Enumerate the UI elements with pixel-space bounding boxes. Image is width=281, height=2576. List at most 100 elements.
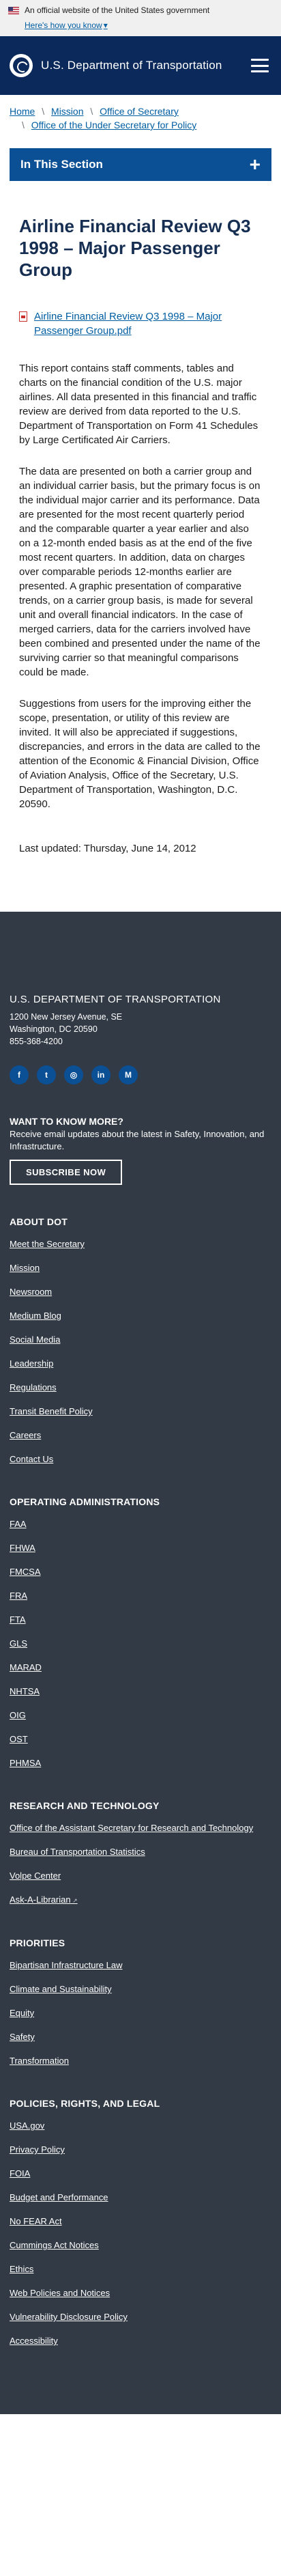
facebook-icon[interactable]: f [10,1065,29,1084]
footer-phone: 855-368-4200 [10,1037,63,1046]
footer-link[interactable]: Equity [10,2008,271,2019]
plus-icon: + [249,154,261,175]
footer-link[interactable]: FHWA [10,1543,271,1554]
footer-link-sections: ABOUT DOT Meet the Secretary Mission Newsro… [10,1216,271,2347]
footer-link[interactable]: PHMSA [10,1758,271,1769]
footer-section: OPERATING ADMINISTRATIONS FAA FHWA FMCSA FRA… [10,1496,271,1769]
footer-link[interactable]: Volpe Center [10,1871,271,1881]
footer-section-heading: ABOUT DOT [10,1216,68,1227]
breadcrumb-home[interactable]: Home [10,106,35,117]
breadcrumb-mission[interactable]: Mission [51,106,83,117]
social-links: f t ◎ in M [10,1065,271,1084]
breadcrumb: Home \ Mission \ Office of Secretary \ O… [0,95,281,132]
footer-section-heading: OPERATING ADMINISTRATIONS [10,1496,160,1507]
footer-link[interactable]: FRA [10,1591,271,1601]
footer-link[interactable]: Office of the Assistant Secretary for Re… [10,1823,271,1834]
twitter-icon[interactable]: t [37,1065,56,1084]
footer-link[interactable]: Bipartisan Infrastructure Law [10,1960,271,1971]
pdf-file-icon [19,311,27,322]
footer-link[interactable]: Newsroom [10,1287,271,1298]
footer-link-list: Bipartisan Infrastructure Law Climate and… [10,1960,271,2067]
footer-address-line2: Washington, DC 20590 [10,1024,98,1034]
medium-icon[interactable]: M [119,1065,138,1084]
main-content: Airline Financial Review Q3 1998 – Major… [0,215,281,854]
footer-link[interactable]: OST [10,1734,271,1745]
footer-link[interactable]: Leadership [10,1358,271,1369]
breadcrumb-under-secretary-policy[interactable]: Office of the Under Secretary for Policy [31,120,197,130]
hamburger-icon[interactable] [251,59,269,72]
footer-link-list: Meet the Secretary Mission Newsroom Medium … [10,1239,271,1465]
want-to-know-more-text: Receive email updates about the latest i… [10,1129,265,1151]
linkedin-icon[interactable]: in [91,1065,110,1084]
footer-link[interactable]: Accessibility [10,2336,271,2347]
footer-section: PRIORITIES Bipartisan Infrastructure Law C… [10,1937,271,2067]
site-header: U.S. Department of Transportation [0,36,281,95]
footer-link[interactable]: Transformation [10,2056,271,2067]
site-brand-name: U.S. Department of Transportation [41,59,222,72]
in-this-section-toggle[interactable]: In This Section + [10,148,271,181]
file-attachment: Airline Financial Review Q3 1998 – Major… [19,309,262,338]
body-paragraph: The data are presented on both a carrier… [19,466,261,678]
heres-how-you-know-link[interactable]: Here's how you know ▾ [25,20,108,30]
footer-link[interactable]: Vulnerability Disclosure Policy [10,2312,271,2323]
body-paragraph: This report contains staff comments, tab… [19,363,258,446]
us-flag-icon [8,6,19,14]
footer-link[interactable]: Safety [10,2032,271,2043]
instagram-icon[interactable]: ◎ [64,1065,83,1084]
footer-section: RESEARCH AND TECHNOLOGY Office of the Ass… [10,1800,271,1906]
footer-link[interactable]: Ethics [10,2264,271,2275]
footer-link[interactable]: No FEAR Act [10,2216,271,2227]
footer-link[interactable]: Regulations [10,1382,271,1393]
pdf-download-link[interactable]: Airline Financial Review Q3 1998 – Major… [34,309,262,338]
footer-link[interactable]: Medium Blog [10,1311,271,1321]
footer-link[interactable]: Web Policies and Notices [10,2288,271,2299]
home-logo-link[interactable]: U.S. Department of Transportation [10,54,222,77]
footer-link[interactable]: Climate and Sustainability [10,1984,271,1995]
heres-how-you-know-label: Here's how you know [25,20,102,30]
breadcrumb-separator: \ [42,106,45,117]
footer-link[interactable]: Meet the Secretary [10,1239,271,1250]
footer-link[interactable]: FMCSA [10,1567,271,1578]
footer-link-list: Office of the Assistant Secretary for Re… [10,1823,271,1906]
footer-link[interactable]: Social Media [10,1334,271,1345]
footer-section: ABOUT DOT Meet the Secretary Mission Newsro… [10,1216,271,1465]
last-updated: Last updated: Thursday, June 14, 2012 [19,843,196,854]
footer-section-heading: RESEARCH AND TECHNOLOGY [10,1800,160,1811]
footer-address-line1: 1200 New Jersey Avenue, SE [10,1012,123,1022]
footer-link[interactable]: Careers [10,1430,271,1441]
gov-banner-row: An official website of the United States… [8,4,273,16]
footer-link[interactable]: FOIA [10,2168,271,2179]
subscribe-button[interactable]: SUBSCRIBE NOW [10,1160,123,1185]
footer-section: POLICIES, RIGHTS, AND LEGAL USA.gov Privac… [10,2098,271,2347]
want-to-know-more-heading: WANT TO KNOW MORE? [10,1116,123,1127]
footer-link[interactable]: Transit Benefit Policy [10,1406,271,1417]
footer-link[interactable]: Contact Us [10,1454,271,1465]
footer-link[interactable]: Mission [10,1263,271,1274]
footer-org-name: U.S. DEPARTMENT OF TRANSPORTATION [10,994,221,1005]
page-title: Airline Financial Review Q3 1998 – Major… [19,216,251,280]
footer-section-heading: POLICIES, RIGHTS, AND LEGAL [10,2098,160,2109]
footer-link[interactable]: FTA [10,1614,271,1625]
footer-link[interactable]: Ask-A-Librarian [10,1894,271,1906]
gov-banner: An official website of the United States… [0,0,281,36]
footer-link-list: FAA FHWA FMCSA FRA FTA GLS MARAD NHTSA OIG OST PHM… [10,1519,271,1769]
footer-link[interactable]: FAA [10,1519,271,1530]
footer-link-list: USA.gov Privacy Policy FOIA Budget and Perf… [10,2120,271,2347]
breadcrumb-separator: \ [22,120,25,130]
body-paragraph: Suggestions from users for the improving… [19,698,261,810]
footer-link[interactable]: NHTSA [10,1686,271,1697]
footer-link[interactable]: OIG [10,1710,271,1721]
chevron-down-icon: ▾ [103,20,108,30]
footer-link[interactable]: Bureau of Transportation Statistics [10,1847,271,1858]
footer-link[interactable]: Privacy Policy [10,2144,271,2155]
footer-link[interactable]: Budget and Performance [10,2192,271,2203]
footer-link[interactable]: Cummings Act Notices [10,2240,271,2251]
footer-link[interactable]: MARAD [10,1662,271,1673]
footer-link[interactable]: GLS [10,1638,271,1649]
footer-address: 1200 New Jersey Avenue, SE Washington, D… [10,1011,271,1048]
footer-link[interactable]: USA.gov [10,2120,271,2131]
breadcrumb-separator: \ [90,106,93,117]
footer-section-heading: PRIORITIES [10,1937,65,1948]
in-this-section-label: In This Section [20,158,103,171]
breadcrumb-office-of-secretary[interactable]: Office of Secretary [100,106,179,117]
